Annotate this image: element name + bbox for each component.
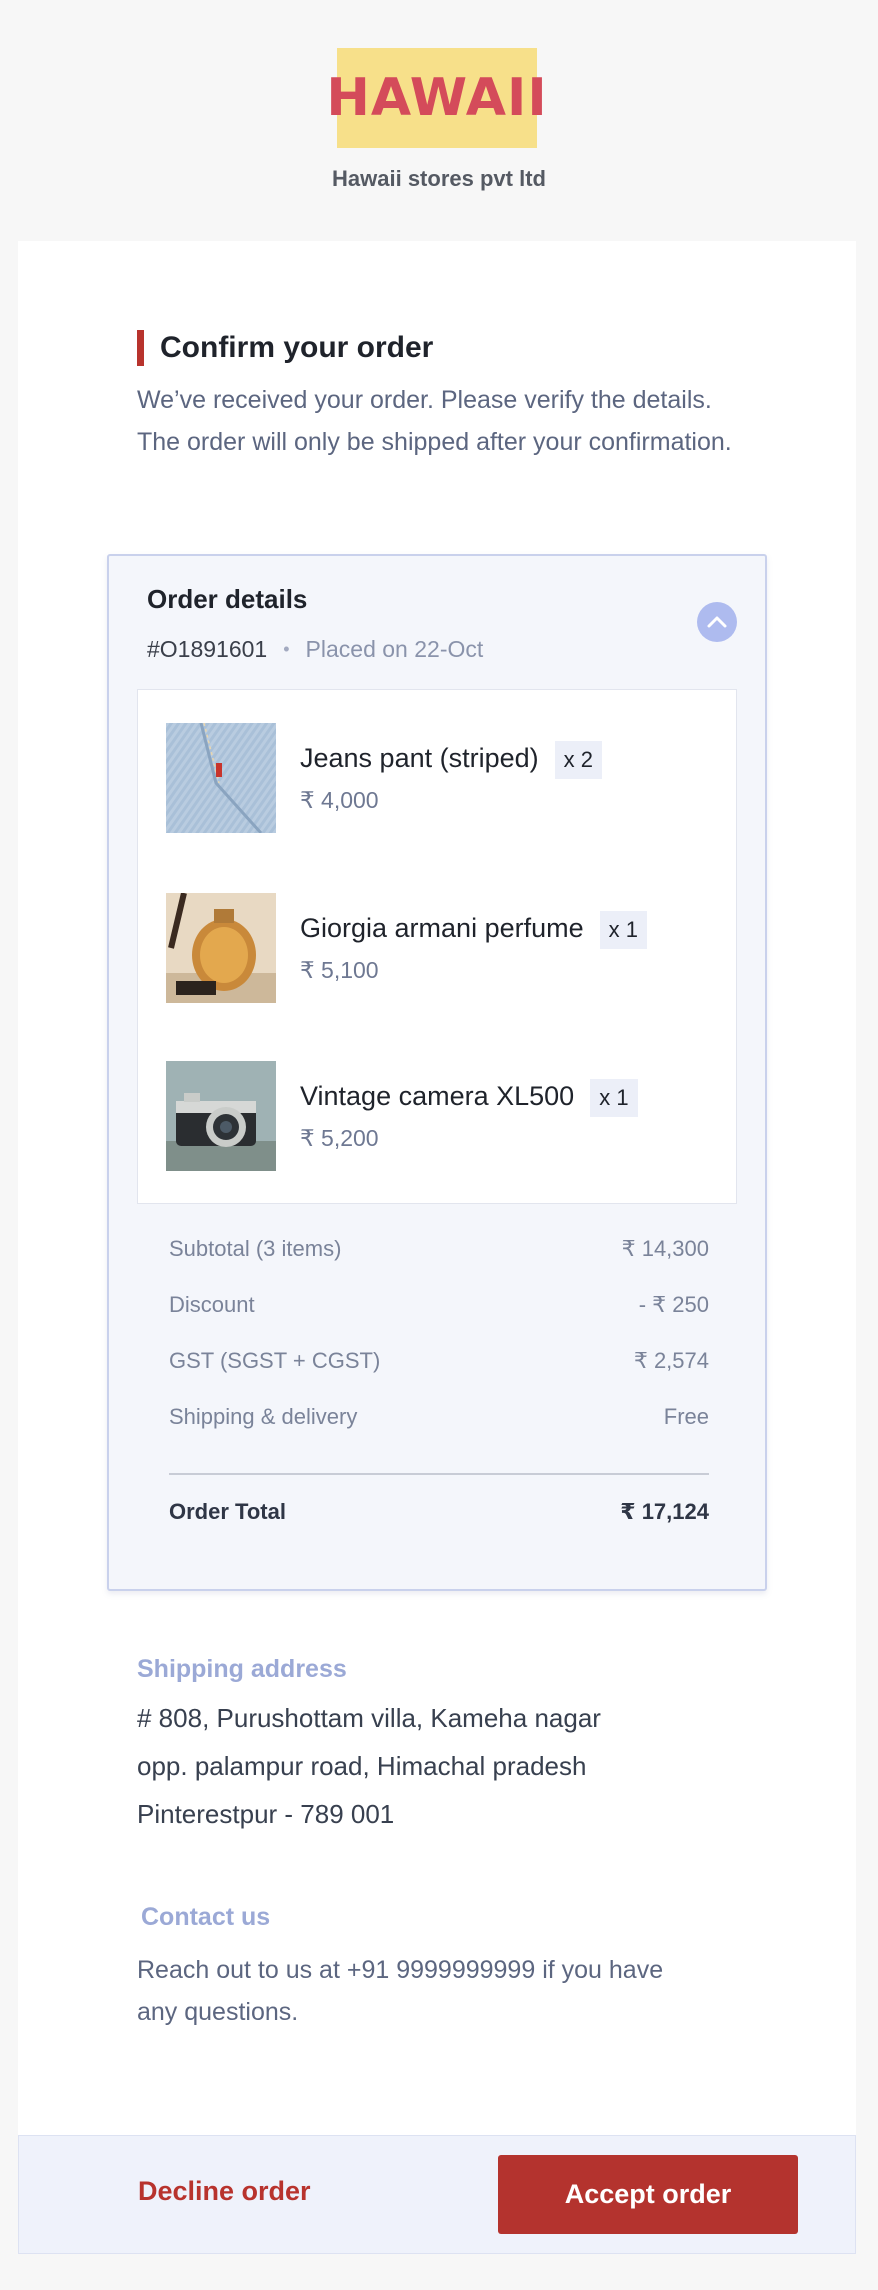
order-details-panel: Order details #O1891601 • Placed on 22-O… <box>107 554 767 1591</box>
store-header: HAWAII Hawaii stores pvt ltd <box>0 0 878 240</box>
summary-divider <box>169 1473 709 1475</box>
summary-value: Free <box>663 1404 709 1429</box>
page-title-wrap: Confirm your order <box>137 330 433 366</box>
list-item[interactable]: Giorgia armani perfume x 1 ₹ 5,100 <box>166 893 726 1003</box>
order-total-row: Order Total ₹ 17,124 <box>169 1499 709 1525</box>
item-name-text: Giorgia armani perfume <box>300 913 584 944</box>
item-price: ₹ 5,100 <box>300 957 379 983</box>
separator-dot: • <box>283 639 290 659</box>
item-name: Vintage camera XL500 x 1 <box>300 1079 638 1117</box>
item-price: ₹ 4,000 <box>300 787 379 813</box>
summary-label: Subtotal (3 items) <box>169 1236 342 1261</box>
shipping-address-label: Shipping address <box>137 1655 347 1683</box>
collapse-order-details-button[interactable] <box>697 602 737 642</box>
chevron-up-icon <box>707 616 727 628</box>
logo-text: HAWAII <box>326 68 548 128</box>
item-name: Giorgia armani perfume x 1 <box>300 911 647 949</box>
summary-value: ₹ 14,300 <box>621 1236 709 1261</box>
store-name: Hawaii stores pvt ltd <box>332 166 546 191</box>
summary-label: Shipping & delivery <box>169 1404 358 1429</box>
contact-us-label: Contact us <box>141 1903 271 1931</box>
item-price: ₹ 5,200 <box>300 1125 379 1151</box>
summary-label: GST (SGST + CGST) <box>169 1348 381 1373</box>
title-accent-bar <box>137 330 144 366</box>
jeans-photo <box>166 723 276 833</box>
item-quantity-badge: x 1 <box>590 1079 638 1117</box>
address-line: # 808, Purushottam villa, Kameha nagar <box>137 1703 601 1733</box>
order-meta: #O1891601 • Placed on 22-Oct <box>147 636 483 663</box>
contact-text: Reach out to us at +91 9999999999 if you… <box>137 1956 664 2026</box>
order-placed-date: Placed on 22-Oct <box>305 636 484 662</box>
order-items-list: Jeans pant (striped) x 2 ₹ 4,000 Giorgia… <box>137 689 737 1204</box>
item-quantity-badge: x 1 <box>599 911 647 949</box>
store-logo: HAWAII <box>326 48 547 148</box>
perfume-photo <box>166 893 276 1003</box>
order-id: #O1891601 <box>147 636 268 662</box>
list-item[interactable]: Jeans pant (striped) x 2 ₹ 4,000 <box>166 723 726 833</box>
intro-text: We’ve received your order. Please verify… <box>137 386 732 456</box>
summary-row-subtotal: Subtotal (3 items) ₹ 14,300 <box>169 1236 709 1262</box>
summary-row-discount: Discount - ₹ 250 <box>169 1292 709 1318</box>
order-total-label: Order Total <box>169 1499 286 1524</box>
summary-label: Discount <box>169 1292 255 1317</box>
summary-row-gst: GST (SGST + CGST) ₹ 2,574 <box>169 1348 709 1374</box>
address-line: opp. palampur road, Himachal pradesh <box>137 1751 587 1781</box>
summary-row-shipping: Shipping & delivery Free <box>169 1404 709 1430</box>
decline-order-button[interactable]: Decline order <box>138 2168 311 2215</box>
order-confirmation-card: Confirm your order We’ve received your o… <box>18 241 856 2138</box>
page-title: Confirm your order <box>160 331 434 364</box>
item-name: Jeans pant (striped) x 2 <box>300 741 602 779</box>
summary-value: - ₹ 250 <box>638 1292 709 1317</box>
camera-photo <box>166 1061 276 1171</box>
list-item[interactable]: Vintage camera XL500 x 1 ₹ 5,200 <box>166 1061 726 1171</box>
order-total-value: ₹ 17,124 <box>620 1499 709 1524</box>
accept-order-button[interactable]: Accept order <box>498 2155 798 2234</box>
item-quantity-badge: x 2 <box>554 741 602 779</box>
item-name-text: Jeans pant (striped) <box>300 743 539 774</box>
order-details-title: Order details <box>147 584 308 614</box>
order-actions-bar: Decline order Accept order <box>18 2135 856 2254</box>
summary-value: ₹ 2,574 <box>633 1348 709 1373</box>
address-line: Pinterestpur - 789 001 <box>137 1799 395 1829</box>
item-name-text: Vintage camera XL500 <box>300 1081 575 1112</box>
